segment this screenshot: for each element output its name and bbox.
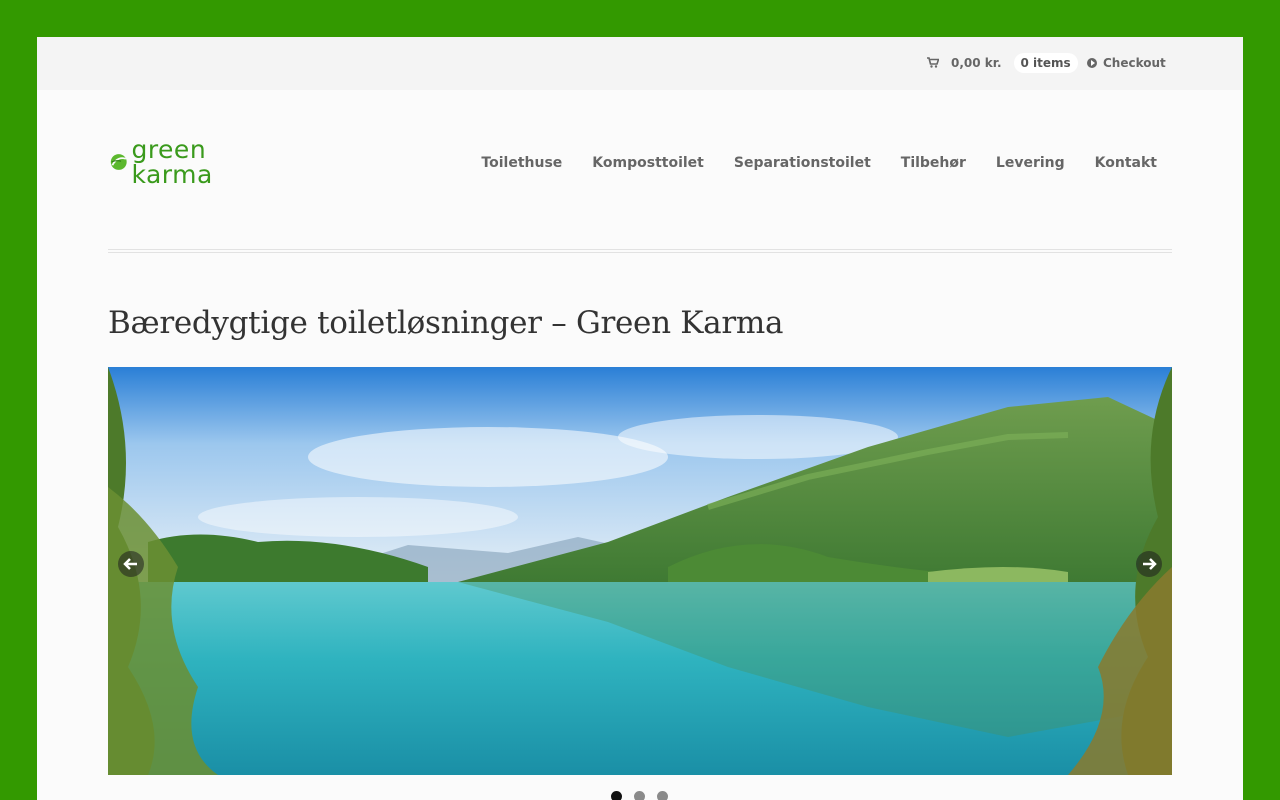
nav-item-kontakt[interactable]: Kontakt: [1095, 155, 1157, 171]
image-slider: [108, 367, 1172, 775]
slide-landscape-image: [108, 367, 1172, 775]
cart-items-count: 0 items: [1013, 53, 1078, 73]
page-title: Bæredygtige toiletløsninger – Green Karm…: [108, 305, 784, 341]
nav-item-levering[interactable]: Levering: [996, 155, 1065, 171]
slider-dot-2[interactable]: [634, 791, 645, 800]
arrow-left-icon: [123, 558, 137, 570]
cart-total: 0,00 kr.: [951, 56, 1002, 70]
nav-item-tilbehor[interactable]: Tilbehør: [901, 155, 966, 171]
nav-item-separationstoilet[interactable]: Separationstoilet: [734, 155, 871, 171]
checkout-label: Checkout: [1103, 56, 1166, 70]
slider-dot-1[interactable]: [611, 791, 622, 800]
arrow-circle-icon: [1087, 58, 1097, 68]
nav-item-toilethuse[interactable]: Toilethuse: [481, 155, 562, 171]
slider-next-button[interactable]: [1136, 551, 1162, 577]
leaf-logo-icon: [110, 154, 127, 170]
checkout-link[interactable]: Checkout: [1087, 52, 1166, 74]
nav-item-komposttoilet[interactable]: Komposttoilet: [592, 155, 704, 171]
cart-summary[interactable]: 0,00 kr. 0 items: [927, 52, 1078, 74]
slider-prev-button[interactable]: [118, 551, 144, 577]
page-container: 0,00 kr. 0 items Checkout green karma To…: [37, 37, 1243, 800]
main-nav: Toilethuse Komposttoilet Separationstoil…: [481, 155, 1157, 171]
cart-icon: [927, 57, 941, 69]
logo-text: green karma: [131, 135, 213, 189]
header-divider: [108, 249, 1172, 253]
top-bar: 0,00 kr. 0 items Checkout: [37, 37, 1243, 90]
slider-dots: [611, 791, 668, 800]
slider-dot-3[interactable]: [657, 791, 668, 800]
logo[interactable]: green karma: [110, 137, 262, 187]
arrow-right-icon: [1143, 558, 1157, 570]
